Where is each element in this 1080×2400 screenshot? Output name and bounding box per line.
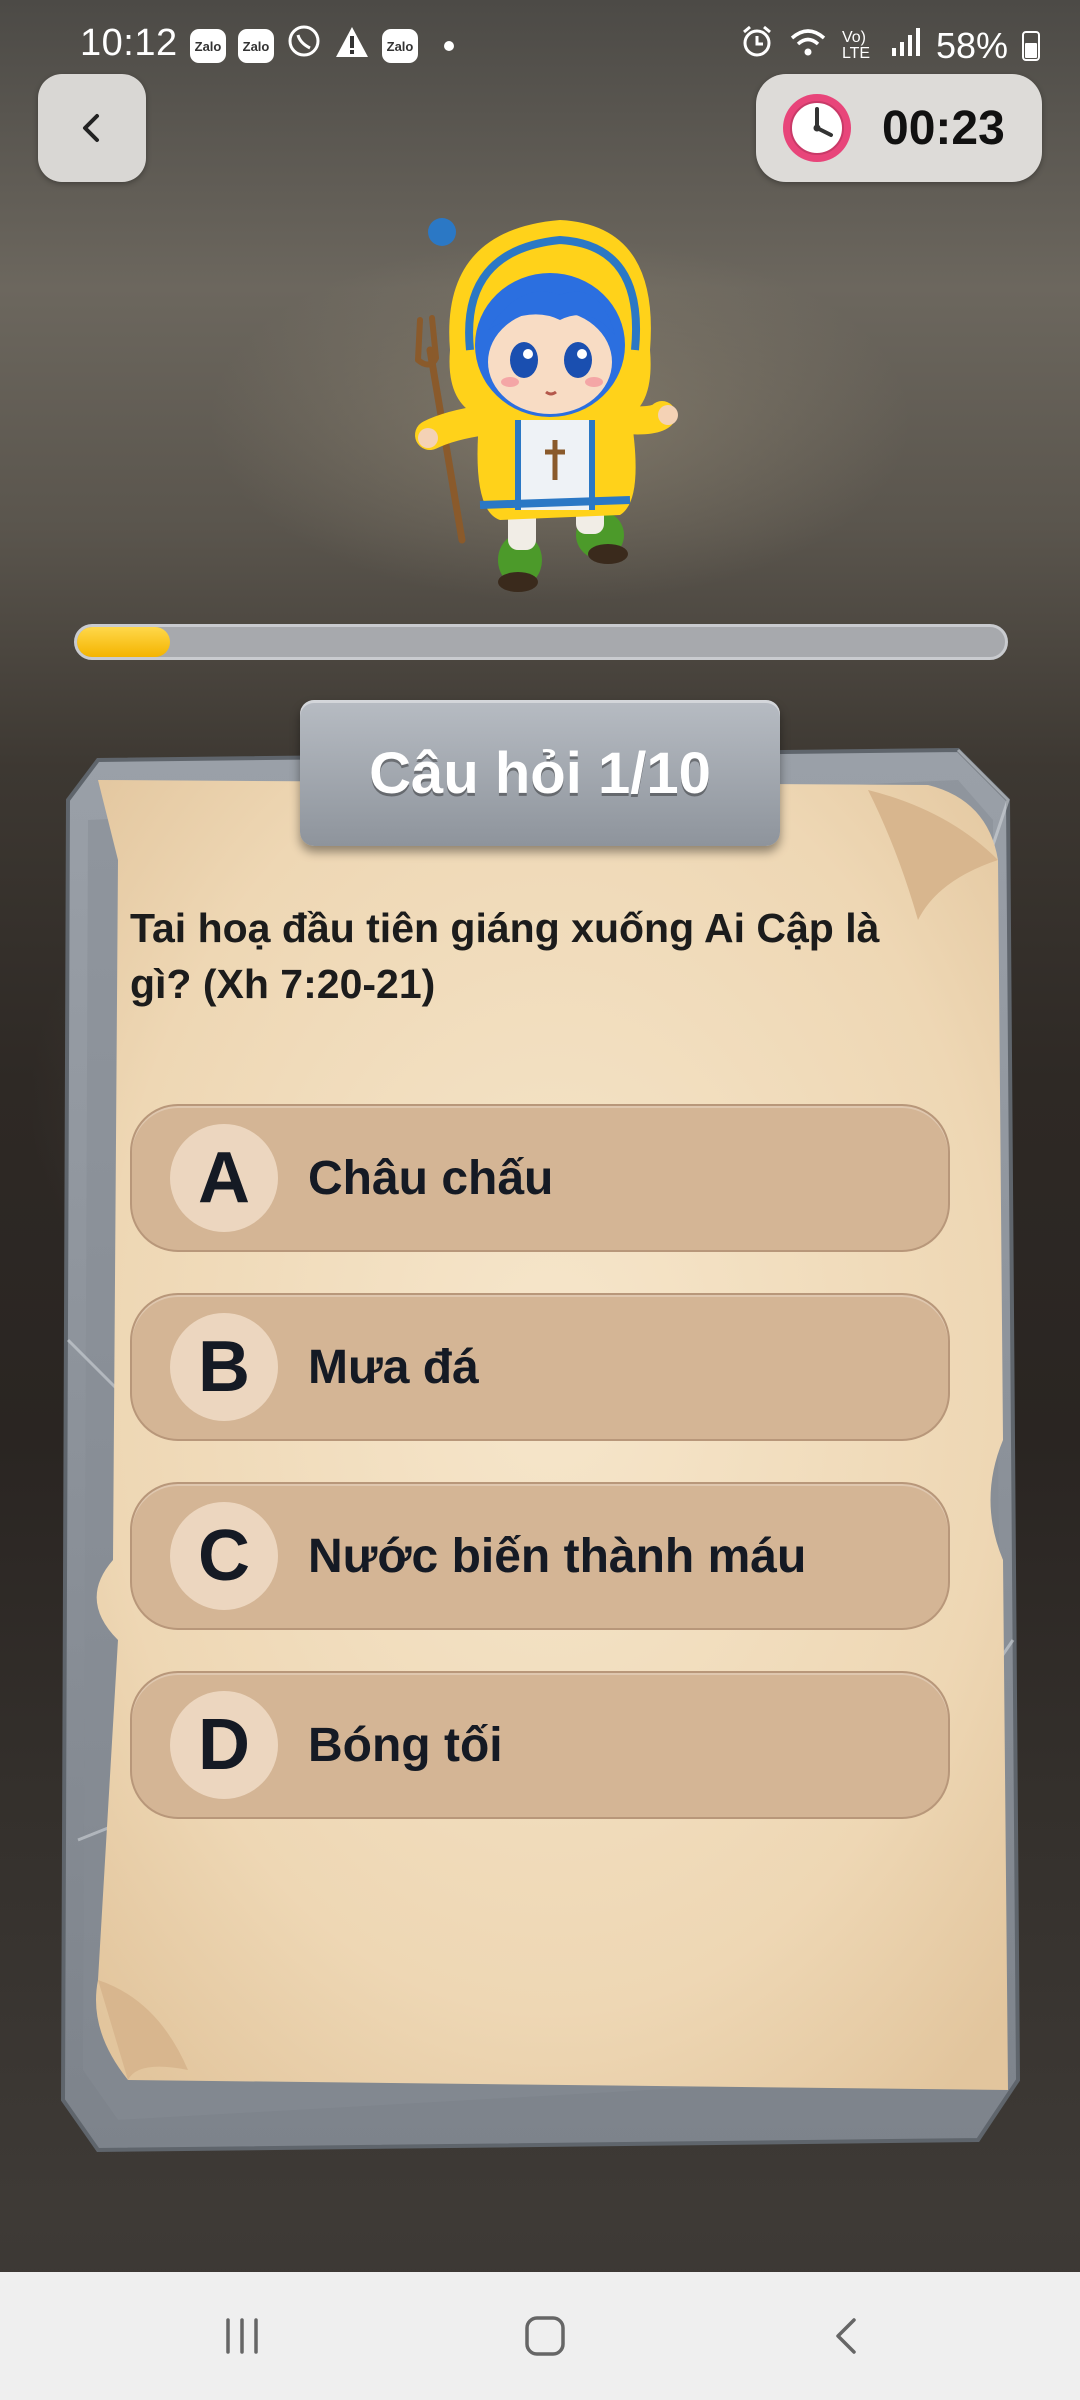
- viber-icon: [286, 24, 322, 68]
- home-button[interactable]: [515, 2308, 575, 2364]
- answer-text: Châu chấu: [308, 1151, 554, 1205]
- signal-icon: [890, 25, 922, 67]
- answer-option-d[interactable]: D Bóng tối: [130, 1671, 950, 1819]
- timer-badge: 00:23: [756, 74, 1042, 182]
- recent-apps-button[interactable]: [212, 2308, 272, 2364]
- alarm-icon: [740, 24, 774, 67]
- answer-text: Bóng tối: [308, 1718, 503, 1772]
- battery-icon: [1022, 30, 1040, 61]
- recent-apps-icon: [226, 2318, 258, 2354]
- volte-icon: Vo) LTE: [841, 28, 871, 62]
- timer-value: 00:23: [882, 101, 1005, 155]
- chevron-left-icon: [83, 114, 99, 142]
- nav-back-button[interactable]: [818, 2308, 878, 2364]
- quiz-progress-bar: [74, 624, 1008, 660]
- answer-letter: B: [170, 1313, 278, 1421]
- warning-icon: [334, 25, 370, 67]
- answer-option-c[interactable]: C Nước biến thành máu: [130, 1482, 950, 1630]
- answer-option-b[interactable]: B Mưa đá: [130, 1293, 950, 1441]
- answer-letter: A: [170, 1124, 278, 1232]
- zalo-icon: Zalo: [238, 29, 274, 63]
- back-icon: [836, 2318, 856, 2354]
- system-navigation-bar: [0, 2272, 1080, 2400]
- wifi-icon: [788, 25, 828, 67]
- question-counter: Câu hỏi 1/10: [369, 740, 711, 806]
- answer-option-a[interactable]: A Châu chấu: [130, 1104, 950, 1252]
- battery-percent: 58%: [935, 24, 1008, 66]
- back-button[interactable]: [38, 74, 146, 182]
- home-icon: [525, 2316, 565, 2356]
- question-text: Tai hoạ đầu tiên giáng xuống Ai Cập là g…: [130, 905, 880, 1007]
- mascot-character-image: [415, 218, 678, 592]
- answer-text: Nước biến thành máu: [308, 1529, 807, 1583]
- answer-text: Mưa đá: [308, 1340, 479, 1394]
- status-time: 10:12: [80, 22, 178, 64]
- notification-icons: Zalo Zalo Zalo: [190, 24, 454, 68]
- answer-letter: D: [170, 1691, 278, 1799]
- clock-icon: [783, 94, 851, 162]
- more-notifications-dot: [444, 41, 454, 51]
- answer-letter: C: [170, 1502, 278, 1610]
- system-icons: Vo) LTE 58%: [740, 24, 1040, 67]
- zalo-icon: Zalo: [190, 29, 226, 63]
- quiz-progress-fill: [77, 627, 170, 657]
- zalo-icon: Zalo: [382, 29, 418, 63]
- question-counter-plate: Câu hỏi 1/10: [300, 700, 780, 846]
